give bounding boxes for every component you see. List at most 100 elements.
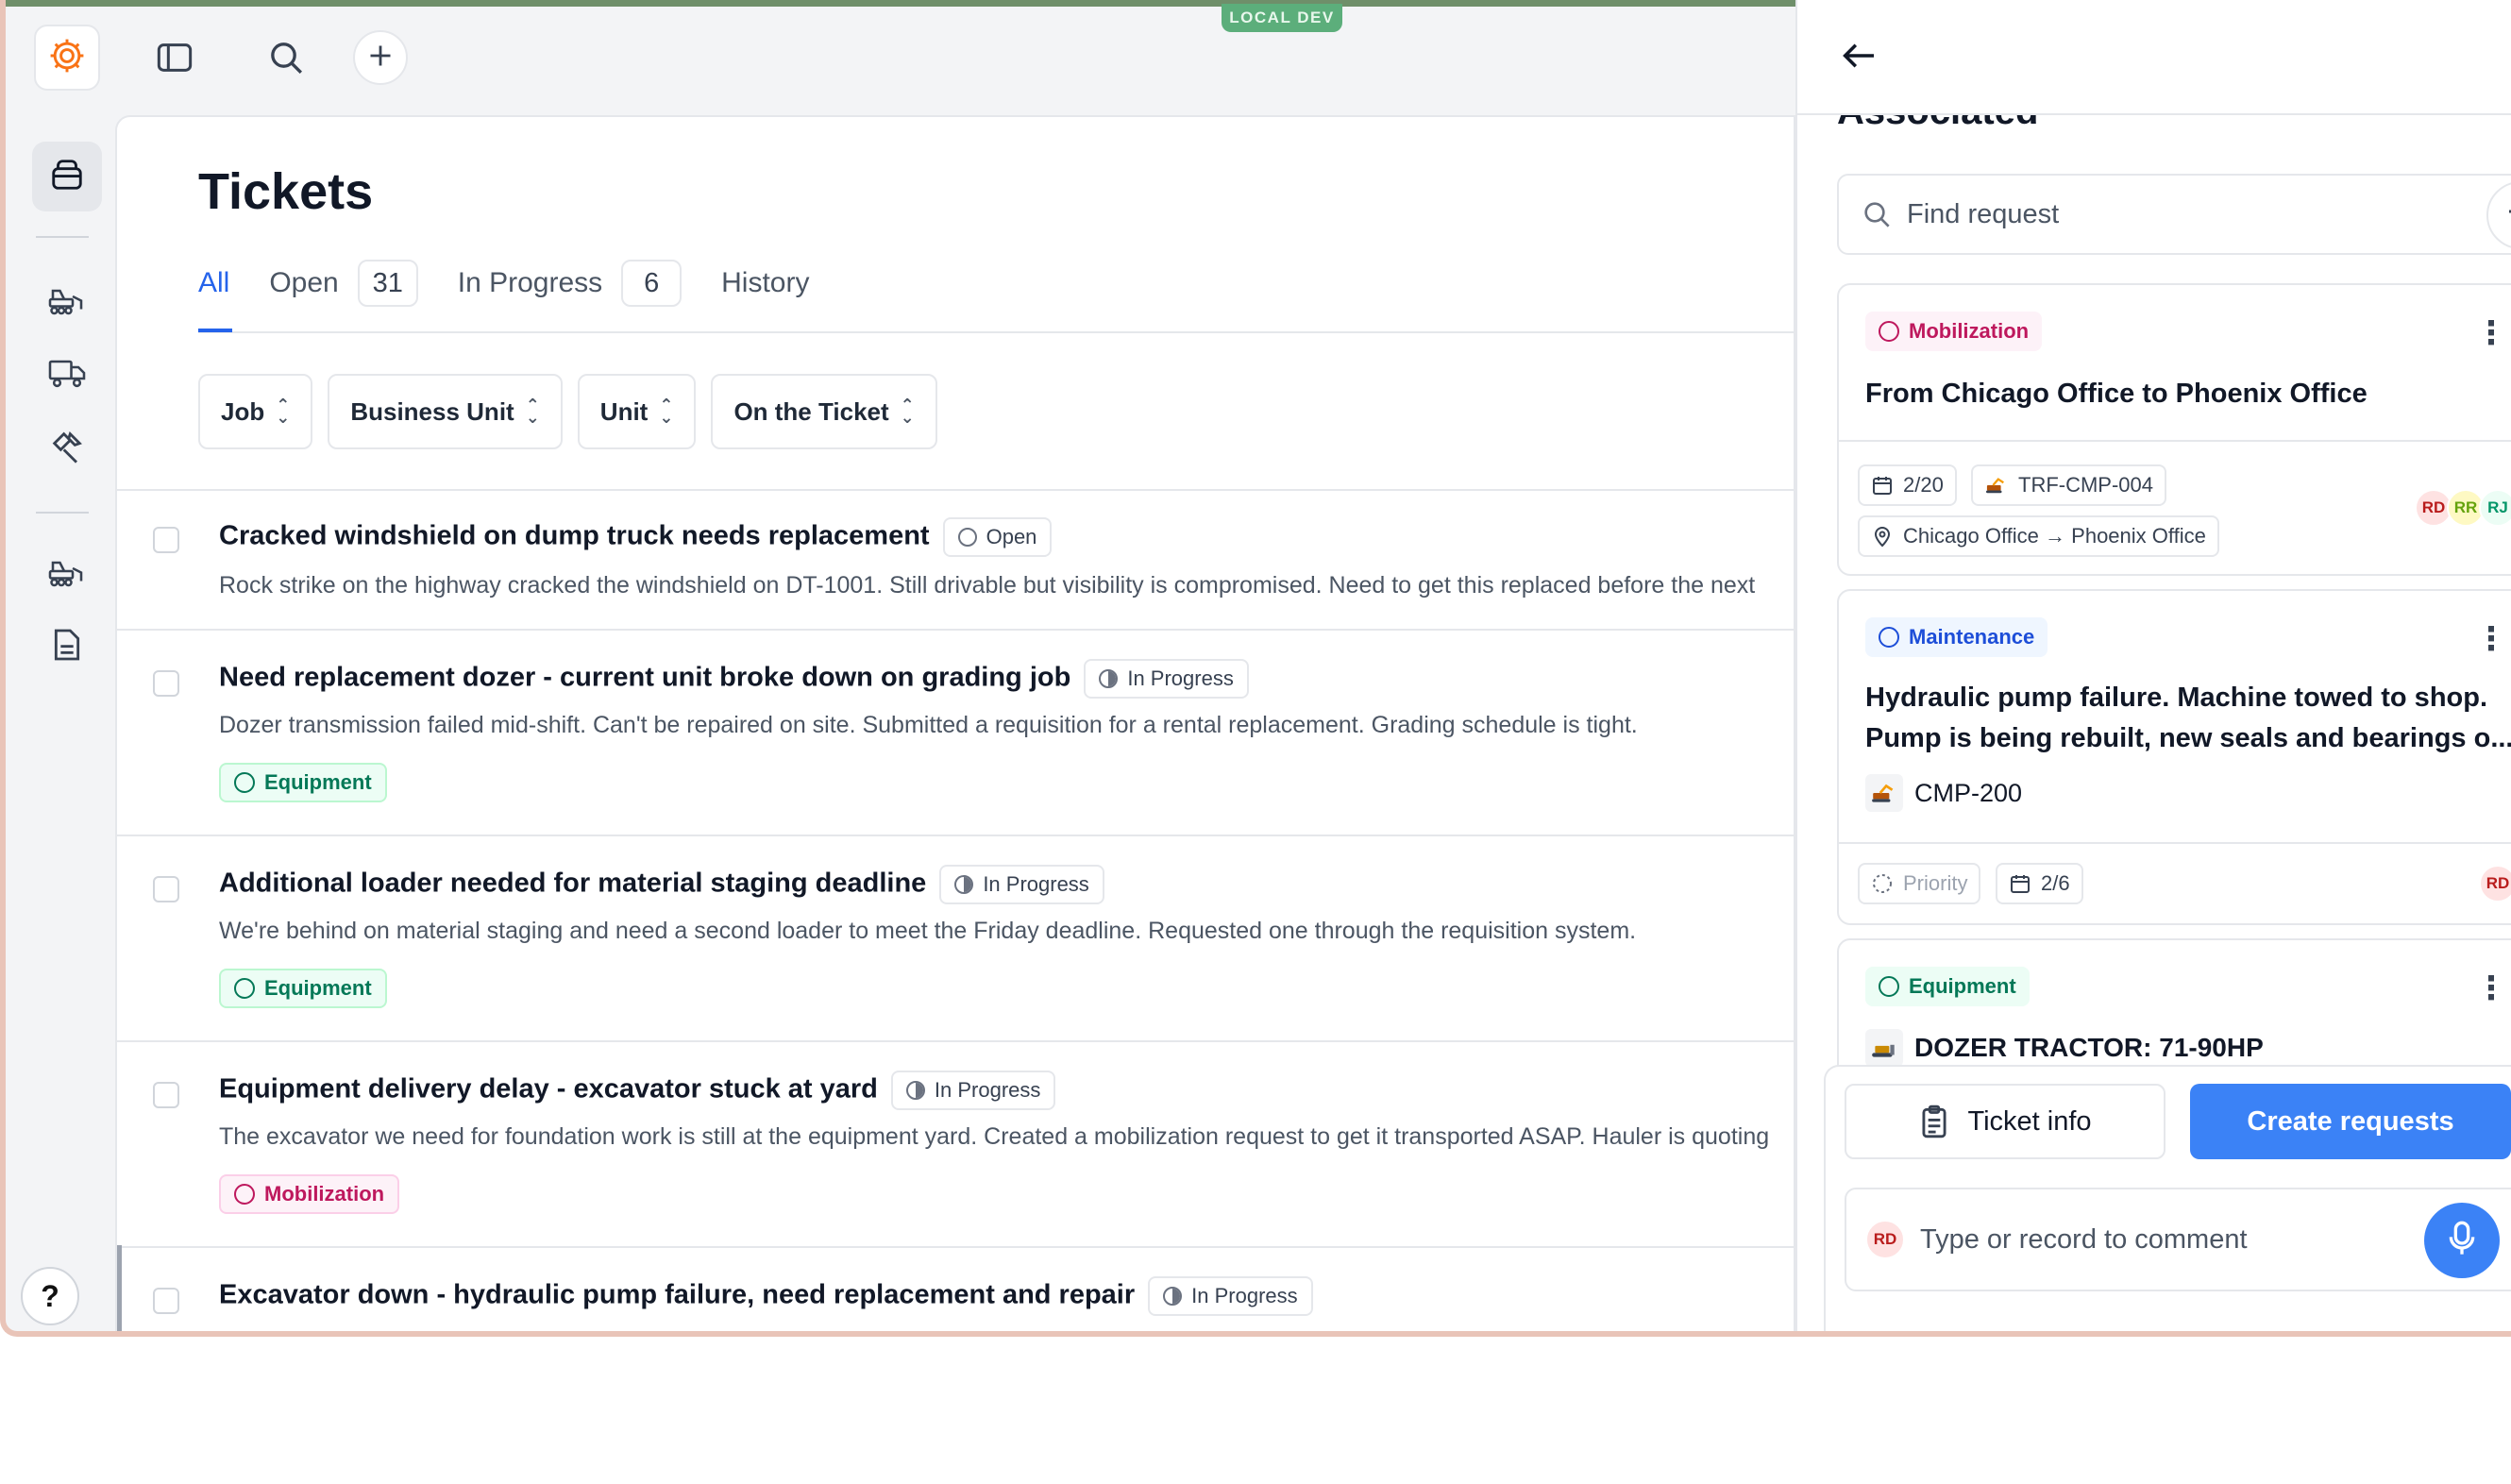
nav-tools[interactable] [32,413,102,483]
ticket-description: We're behind on material staging and nee… [219,918,1637,944]
tag-label: Mobilization [1909,319,2030,343]
row-checkbox[interactable] [153,1082,179,1108]
help-button[interactable]: ? [21,1267,79,1325]
request-card[interactable]: Mobilization ⋮ From Chicago Office to Ph… [1837,283,2511,576]
excavator-icon [1984,475,2009,496]
ticket-row[interactable]: Need replacement dozer - current unit br… [117,631,1794,836]
row-checkbox[interactable] [153,670,179,697]
filter-label: Job [221,396,265,426]
avatar[interactable]: RJ [2479,489,2511,527]
ticket-title: Equipment delivery delay - excavator stu… [219,1073,878,1105]
chip-label: 2/20 [1903,473,1944,497]
app-window: LOCAL DEV ? Tickets All Open 31 In Progr… [0,0,2511,1337]
more-options-icon[interactable]: ⋮ [2475,623,2507,655]
find-request-input[interactable]: Find request [1837,174,2511,255]
location-pin-icon [1871,525,1894,548]
ticket-tabs: All Open 31 In Progress 6 History [198,260,849,321]
tab-count: 31 [357,260,418,307]
card-divider [1839,440,2511,442]
card-title: Hydraulic pump failure. Machine towed to… [1865,678,2511,759]
comment-input[interactable]: RD Type or record to comment [1845,1188,2511,1291]
bulldozer-icon [1865,1029,1903,1067]
tag-label: Maintenance [1909,625,2035,649]
chip-label: TRF-CMP-004 [2018,473,2154,497]
record-voice-button[interactable] [2424,1203,2500,1278]
request-card[interactable]: Maintenance ⋮ Hydraulic pump failure. Ma… [1837,589,2511,925]
ticket-row[interactable]: Excavator down - hydraulic pump failure,… [117,1248,1794,1331]
card-title-line: Pump is being rebuilt, new seals and bea… [1865,723,2511,753]
sort-chevrons-icon: ⌃ ⌄ [276,396,291,427]
app-logo-button[interactable] [34,25,100,91]
more-options-icon[interactable]: ⋮ [2475,972,2507,1004]
calendar-icon [1871,474,1894,497]
more-options-icon[interactable]: ⋮ [2475,317,2507,349]
plus-icon [2505,196,2511,234]
tag-label: Equipment [264,770,372,794]
nav-transport[interactable] [32,340,102,410]
mobilization-icon [234,1184,255,1205]
active-tab-indicator [198,329,232,332]
filter-job[interactable]: Job ⌃ ⌄ [198,374,313,449]
sort-chevrons-icon: ⌃ ⌄ [659,396,674,427]
ticket-description: Dozer transmission failed mid-shift. Can… [219,712,1638,738]
machine-reference: CMP-200 [1865,774,2022,812]
bulldozer-icon [47,282,87,321]
row-checkbox[interactable] [153,1288,179,1314]
ticket-row[interactable]: Additional loader needed for material st… [117,836,1794,1042]
tag-label: Equipment [1909,974,2016,998]
tab-label: All [198,267,230,298]
filter-on-the-ticket[interactable]: On the Ticket ⌃ ⌄ [711,374,937,449]
new-item-button[interactable] [353,30,408,85]
tab-in-progress[interactable]: In Progress 6 [457,260,683,307]
code-chip: TRF-CMP-004 [1971,464,2167,506]
add-request-button[interactable] [2486,181,2511,249]
row-checkbox[interactable] [153,876,179,902]
date-chip: 2/20 [1858,464,1957,506]
nav-fleet[interactable] [32,538,102,608]
env-badge: LOCAL DEV [1222,4,1342,32]
status-label: In Progress [983,872,1089,896]
back-button[interactable] [1835,34,1882,81]
ticket-title: Excavator down - hydraulic pump failure,… [219,1279,1136,1310]
ticket-info-button[interactable]: Ticket info [1845,1084,2166,1159]
tabs-divider [198,331,1794,333]
filter-unit[interactable]: Unit ⌃ ⌄ [577,374,697,449]
filter-bar: Job ⌃ ⌄ Business Unit ⌃ ⌄ Unit ⌃ ⌄ On the Tick… [198,374,952,449]
card-title: From Chicago Office to Phoenix Office [1865,379,2368,409]
tab-label: In Progress [457,267,603,298]
mobilization-tag: Mobilization [219,1174,400,1214]
tab-open[interactable]: Open 31 [269,260,418,307]
filter-label: Unit [599,396,649,426]
ticket-title-line: Equipment delivery delay - excavator stu… [219,1071,1056,1110]
page-title: Tickets [198,163,374,220]
equipment-tag: Equipment [219,969,387,1008]
avatar[interactable]: RD [2479,865,2511,902]
create-requests-button[interactable]: Create requests [2190,1084,2511,1159]
calendar-icon [2009,872,2031,895]
ticket-row[interactable]: Equipment delivery delay - excavator stu… [117,1042,1794,1248]
search-icon[interactable] [262,34,310,81]
filter-business-unit[interactable]: Business Unit ⌃ ⌄ [328,374,563,449]
ticket-title-line: Need replacement dozer - current unit br… [219,659,1249,699]
tickets-main-panel: Tickets All Open 31 In Progress 6 History … [115,115,1795,1331]
tab-label: Open [269,267,339,298]
priority-chip[interactable]: Priority [1858,863,1981,904]
clipboard-icon [1918,1104,1950,1139]
assignee-avatars: RD RR RJ [2415,489,2511,527]
status-badge: In Progress [890,1071,1056,1110]
ticket-row[interactable]: Cracked windshield on dump truck needs r… [117,491,1794,631]
tab-all[interactable]: All [198,261,229,306]
hammer-wrench-icon [48,428,86,470]
nav-tickets[interactable] [32,142,102,211]
sidebar-toggle-icon[interactable] [151,34,198,81]
nav-equipment[interactable] [32,266,102,336]
status-label: In Progress [1191,1284,1298,1307]
machine-code: CMP-200 [1914,778,2023,807]
ticket-title-line: Additional loader needed for material st… [219,865,1104,904]
associated-requests-panel: Associated Find request Mobilization ⋮ [1795,0,2511,1331]
row-checkbox[interactable] [153,527,179,553]
equipment-icon [234,978,255,999]
status-open-icon [957,528,977,547]
nav-documents[interactable] [32,612,102,682]
tab-history[interactable]: History [721,261,809,306]
